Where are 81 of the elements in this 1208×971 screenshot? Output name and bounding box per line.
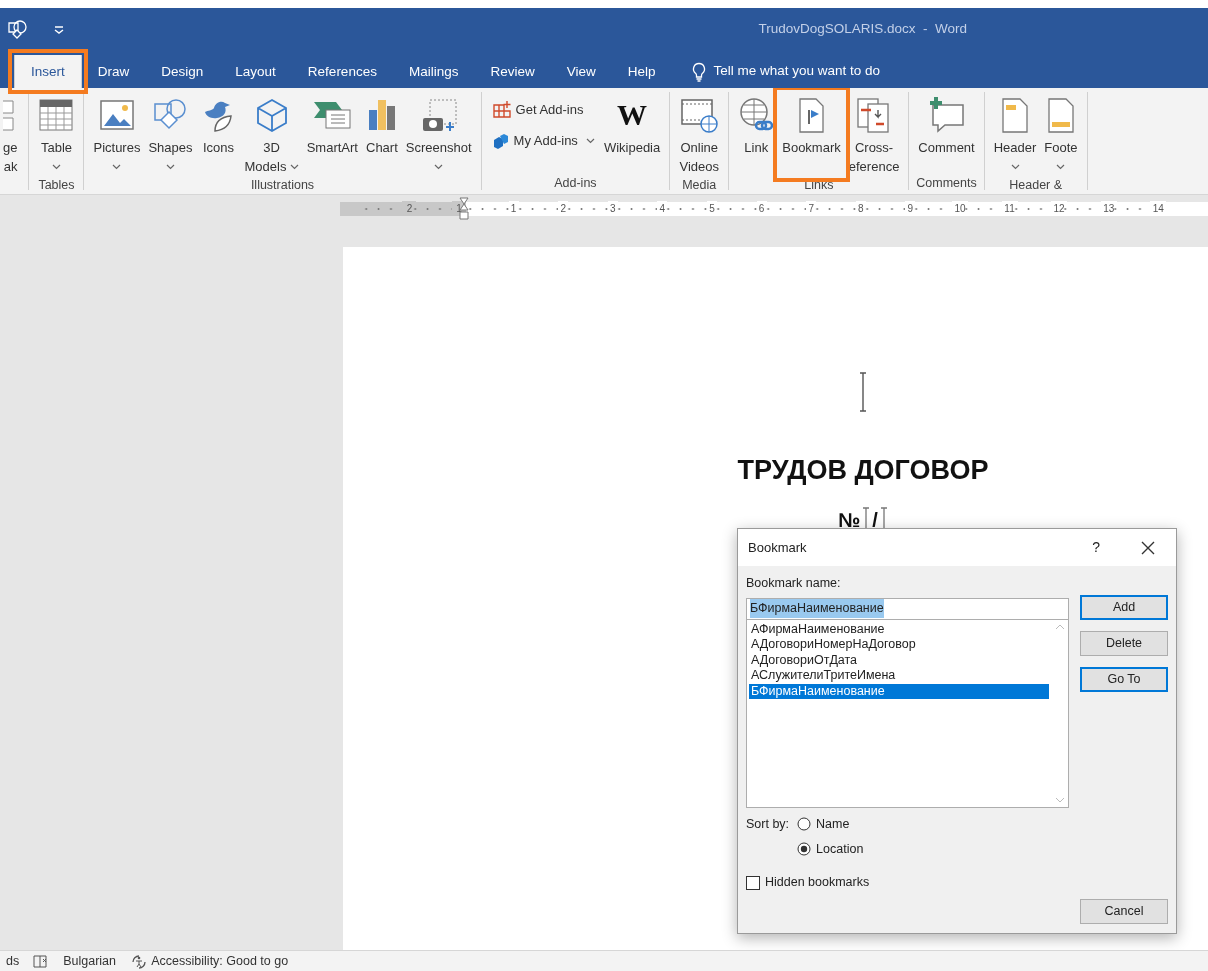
ribbon-button[interactable]: Bookmark xyxy=(779,92,844,176)
book-icon xyxy=(33,954,50,968)
window-title: TrudovDogSOLARIS.docx - Word xyxy=(758,19,967,38)
shapes-icon xyxy=(152,98,189,132)
page-flag-icon xyxy=(796,96,827,134)
dialog-title: Bookmark xyxy=(748,538,807,557)
radio-label[interactable]: Location xyxy=(816,839,864,859)
add-ins-icon xyxy=(491,99,512,120)
list-item[interactable]: АСлужителиТритеИмена xyxy=(749,668,1049,684)
film-globe-icon xyxy=(679,96,720,134)
ribbon-tab[interactable]: Review xyxy=(474,55,551,88)
ribbon-tab[interactable]: Design xyxy=(145,55,220,88)
language-status[interactable]: Bulgarian xyxy=(63,951,117,971)
checkbox-label[interactable]: Hidden bookmarks xyxy=(765,873,870,892)
dialog-button[interactable]: Delete xyxy=(1080,631,1168,656)
ribbon-button[interactable]: SmartArt xyxy=(303,92,361,176)
ribbon-button[interactable]: Get Add-ins xyxy=(487,99,599,120)
ribbon-tab[interactable]: References xyxy=(291,55,393,88)
document-text: № xyxy=(838,507,861,533)
table-icon xyxy=(38,98,75,132)
ribbon-button[interactable]: Cross- eference xyxy=(845,92,903,176)
sort-label: Sort by: xyxy=(746,815,790,833)
ribbon-button[interactable]: Pictures xyxy=(90,92,144,176)
dialog-button[interactable]: Add xyxy=(1080,595,1168,620)
radio-button[interactable] xyxy=(797,817,812,832)
lightbulb-icon xyxy=(691,61,707,82)
list-item[interactable]: АДоговориНомерНаДоговор xyxy=(749,637,1049,653)
ribbon-button[interactable]: Screenshot xyxy=(402,92,475,176)
ribbon-tab[interactable]: Help xyxy=(611,55,672,88)
tell-me-search[interactable]: Tell me what you want to do xyxy=(713,61,881,82)
bookmark-name-field[interactable]: БФирмаНаименование xyxy=(746,597,1069,620)
ribbon-tab[interactable]: View xyxy=(550,55,612,88)
group-label: Media xyxy=(681,177,718,192)
ribbon-button[interactable]: Chart xyxy=(363,92,401,176)
picture-icon xyxy=(98,98,135,132)
document-text: / xyxy=(872,507,878,533)
accessibility-status[interactable]: Accessibility: Good to go xyxy=(151,951,289,971)
list-item[interactable]: АФирмаНаименование xyxy=(749,621,1049,638)
close-icon[interactable] xyxy=(1140,539,1156,556)
ribbon-button[interactable]: My Add-ins xyxy=(487,131,599,151)
dialog-button[interactable]: Go To xyxy=(1080,667,1168,692)
ribbon-button[interactable]: ge ak xyxy=(0,92,21,176)
group-label: Comments xyxy=(915,175,978,190)
ribbon-tab[interactable]: Draw xyxy=(81,55,146,88)
header-page-icon xyxy=(1000,96,1031,134)
ribbon-button[interactable]: Header xyxy=(990,92,1040,176)
help-button[interactable]: ? xyxy=(1092,537,1100,558)
text-cursor-icon xyxy=(858,372,868,412)
cancel-button[interactable]: Cancel xyxy=(1080,899,1168,924)
group-label: Add-ins xyxy=(553,175,598,190)
radio-label[interactable]: Name xyxy=(816,814,850,834)
list-item[interactable]: АДоговориОтДата xyxy=(749,652,1049,669)
ribbon-button[interactable]: W Wikipedia xyxy=(600,92,664,174)
ribbon-button[interactable]: Icons xyxy=(197,92,240,176)
status-text: ds xyxy=(6,952,20,970)
group-label: Header & xyxy=(1008,177,1064,192)
ribbon-button[interactable]: 3D Models xyxy=(241,92,302,176)
ribbon-button[interactable]: Shapes xyxy=(145,92,196,176)
ribbon-button[interactable]: Foote xyxy=(1041,92,1081,176)
scroll-up-icon xyxy=(1054,623,1065,630)
scroll-down-icon xyxy=(1054,796,1065,803)
ribbon-button[interactable]: Comment xyxy=(915,92,978,174)
blocks-icon xyxy=(491,132,510,150)
group-label: Tables xyxy=(37,177,76,192)
group-label: Illustrations xyxy=(249,177,316,192)
document-heading: ТРУДОВ ДОГОВОР xyxy=(737,454,989,487)
wikipedia-logo: W xyxy=(617,97,648,133)
footer-page-icon xyxy=(1046,96,1076,134)
accessibility-icon xyxy=(130,953,149,969)
list-item[interactable]: БФирмаНаименование xyxy=(749,683,1049,700)
ribbon-button[interactable]: Online Videos xyxy=(676,92,723,176)
ribbon-tab[interactable]: Mailings xyxy=(392,55,475,88)
bookmark-list[interactable]: АФирмаНаименование АДоговориНомерНаДоговор АДоговориОтДата АСлужителиТритеИмена БФирмаНаименование xyxy=(746,619,1069,808)
radio-button[interactable] xyxy=(797,841,812,856)
checkbox[interactable] xyxy=(746,875,760,890)
ribbon-tab[interactable]: Layout xyxy=(219,55,292,88)
ribbon-button[interactable]: Table xyxy=(35,92,78,176)
touch-mode-icon xyxy=(6,18,28,40)
ribbon-button[interactable]: Link xyxy=(735,92,778,176)
field-label: Bookmark name: xyxy=(746,575,842,592)
bar-chart-icon xyxy=(366,98,397,132)
